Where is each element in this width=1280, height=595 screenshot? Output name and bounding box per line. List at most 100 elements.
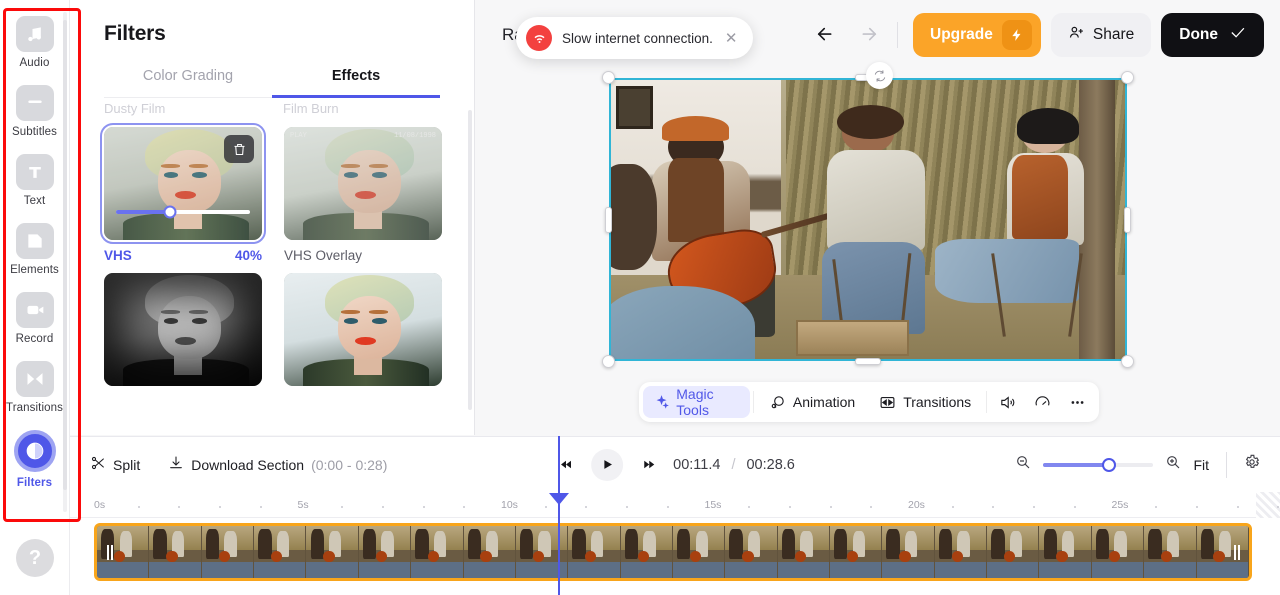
- timeline-playhead[interactable]: [548, 436, 569, 595]
- sidebar-item-subtitles[interactable]: Subtitles: [4, 83, 66, 140]
- undo-arrow-icon[interactable]: [812, 20, 842, 50]
- filter-card-vhs-overlay[interactable]: PLAY 11/08/1998 VHS Overlay: [284, 127, 442, 263]
- ruler-tick-dot: [178, 506, 181, 508]
- download-section-button[interactable]: Download Section (0:00 - 0:28): [168, 455, 387, 474]
- fit-button[interactable]: Fit: [1193, 457, 1209, 473]
- filmstrip-frame: [1039, 526, 1092, 578]
- filter-card-bw[interactable]: [104, 273, 262, 394]
- help-icon[interactable]: ?: [16, 539, 54, 577]
- upgrade-button[interactable]: Upgrade: [913, 13, 1041, 57]
- preview-stage: Rabia Slow internet connection. ✕: [476, 0, 1280, 435]
- video-preview-container[interactable]: [602, 71, 1134, 368]
- filter-card-pale[interactable]: [284, 273, 442, 394]
- split-button[interactable]: Split: [90, 455, 140, 474]
- filter-card-vhs[interactable]: VHS 40%: [100, 123, 266, 263]
- resize-handle-bottom-left[interactable]: [602, 355, 615, 368]
- filters-scroll-area[interactable]: Dusty Film Film Burn VHS 40% PLAY 11/08/…: [70, 95, 474, 435]
- ruler-tick-label: 25s: [1111, 499, 1129, 511]
- filter-thumbnail[interactable]: [284, 273, 442, 386]
- sidebar-label-subtitles: Subtitles: [11, 126, 57, 138]
- download-icon: [168, 455, 184, 474]
- clip-trim-handle-left[interactable]: [105, 542, 114, 562]
- skip-forward-icon[interactable]: [637, 454, 659, 476]
- sidebar-item-audio[interactable]: Audio: [4, 14, 66, 71]
- sidebar-scrollbar-thumb[interactable]: [63, 20, 67, 490]
- divider: [897, 22, 898, 48]
- resize-handle-top-left[interactable]: [602, 71, 615, 84]
- sidebar-label-record: Record: [15, 333, 54, 345]
- filter-intensity-slider[interactable]: [116, 205, 250, 219]
- resize-handle-left[interactable]: [605, 206, 612, 233]
- share-button[interactable]: Share: [1050, 13, 1152, 57]
- tool-magic-tools[interactable]: Magic Tools: [643, 386, 751, 418]
- filmstrip-frame: [672, 526, 726, 578]
- redo-arrow-icon[interactable]: [852, 20, 894, 89]
- ruler-tick-dot: [1195, 506, 1198, 508]
- sidebar-item-filters[interactable]: Filters: [4, 428, 66, 491]
- filter-name-vhs: VHS: [104, 248, 132, 263]
- toast-notification: Slow internet connection. ✕: [516, 17, 754, 59]
- filter-thumbnail[interactable]: [104, 273, 262, 386]
- ruler-tick-dot: [422, 506, 425, 508]
- video-clip[interactable]: [94, 523, 1252, 581]
- resize-handle-top-right[interactable]: [1121, 71, 1134, 84]
- gear-icon[interactable]: [1244, 454, 1260, 475]
- panel-scrollbar[interactable]: [468, 110, 472, 410]
- download-label: Download Section: [191, 456, 305, 473]
- filter-row: [104, 273, 442, 394]
- sidebar-label-audio: Audio: [19, 57, 50, 69]
- filter-value-vhs: 40%: [234, 248, 262, 263]
- filter-row: VHS 40% PLAY 11/08/1998 VHS Overlay: [100, 123, 442, 263]
- resize-handle-bottom[interactable]: [855, 358, 881, 365]
- close-icon[interactable]: ✕: [723, 29, 740, 47]
- scrolled-row-labels: Dusty Film Film Burn: [104, 101, 440, 117]
- sidebar-item-record[interactable]: Record: [4, 290, 66, 347]
- ruler-tick-dot: [1073, 506, 1076, 508]
- more-dots-icon[interactable]: [1060, 386, 1095, 418]
- share-label: Share: [1092, 26, 1135, 43]
- overlay-play-text: PLAY: [290, 132, 307, 140]
- clip-tools-toolbar: Magic Tools Animation Transitions: [639, 382, 1099, 422]
- filter-thumbnail[interactable]: [100, 123, 266, 244]
- tool-transitions[interactable]: Transitions: [867, 386, 983, 418]
- filter-caption: VHS 40%: [104, 248, 262, 263]
- filmstrip-frame: [149, 526, 202, 578]
- filmstrip-frame: [463, 526, 516, 578]
- filmstrip-frame: [254, 526, 307, 578]
- done-button[interactable]: Done: [1161, 13, 1264, 57]
- filter-thumbnail[interactable]: PLAY 11/08/1998: [284, 127, 442, 240]
- tool-animation[interactable]: Animation: [757, 386, 867, 418]
- zoom-in-icon[interactable]: [1165, 454, 1181, 475]
- zoom-slider[interactable]: [1043, 457, 1154, 472]
- clip-filmstrip: [97, 526, 1249, 578]
- clip-trim-handle-right[interactable]: [1232, 542, 1241, 562]
- tab-effects[interactable]: Effects: [272, 68, 440, 98]
- resize-handle-right[interactable]: [1124, 206, 1131, 233]
- play-button[interactable]: [591, 448, 624, 481]
- sidebar-item-elements[interactable]: Elements: [4, 221, 66, 278]
- playhead-handle[interactable]: [548, 493, 569, 505]
- video-preview[interactable]: [609, 78, 1127, 361]
- speed-gauge-icon[interactable]: [1025, 386, 1060, 418]
- sidebar-label-transitions: Transitions: [6, 402, 63, 414]
- timeline-ruler[interactable]: 0s 5s 10s 15s 20s 25s: [70, 492, 1280, 518]
- total-time: 00:28.6: [746, 456, 795, 473]
- ruler-tick-label: 20s: [908, 499, 925, 511]
- ruler-tick-dot: [626, 506, 629, 508]
- volume-icon[interactable]: [990, 386, 1025, 418]
- scissors-icon: [90, 455, 106, 474]
- ruler-tick-dot: [137, 506, 140, 508]
- top-right-actions: Upgrade Share Done: [812, 13, 1264, 89]
- zoom-out-icon[interactable]: [1015, 454, 1031, 475]
- zoom-controls: Fit: [1015, 451, 1260, 478]
- sidebar-item-transitions[interactable]: Transitions: [4, 359, 66, 416]
- sidebar-item-text[interactable]: Text: [4, 152, 66, 209]
- filmstrip-frame: [882, 526, 935, 578]
- resize-handle-bottom-right[interactable]: [1121, 355, 1134, 368]
- tool-label-transitions: Transitions: [903, 394, 972, 410]
- delete-filter-button[interactable]: [224, 135, 254, 163]
- elements-icon: [15, 223, 54, 259]
- tab-color-grading[interactable]: Color Grading: [104, 68, 272, 98]
- video-frame-content: [611, 80, 1125, 359]
- overlay-date-text: 11/08/1998: [393, 132, 436, 140]
